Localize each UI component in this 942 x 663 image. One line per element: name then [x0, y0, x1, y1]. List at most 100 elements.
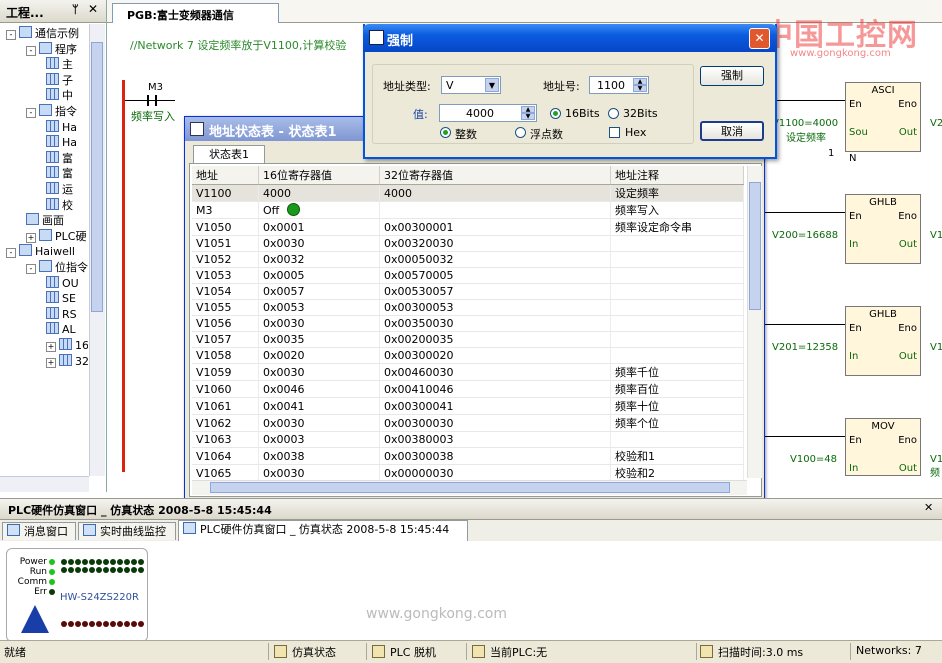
- tree-item[interactable]: - 指令: [26, 104, 88, 119]
- tree-item[interactable]: Ha: [46, 119, 88, 135]
- table-row[interactable]: V1053 0x0005 0x00570005: [192, 267, 744, 284]
- spin-down-icon[interactable]: ▼: [521, 113, 535, 120]
- cell-text: Off: [263, 204, 280, 217]
- table-horizontal-scrollbar[interactable]: [192, 480, 747, 495]
- radio-float[interactable]: [515, 127, 526, 138]
- table-row[interactable]: V1059 0x0030 0x00460030 频率千位: [192, 363, 744, 381]
- tree-item[interactable]: + PLC硬: [26, 228, 88, 244]
- spin-up-icon[interactable]: ▲: [521, 106, 535, 113]
- status-window-title: 地址状态表 - 状态表1: [209, 125, 337, 140]
- scroll-thumb[interactable]: [749, 182, 761, 310]
- table-row[interactable]: V1100 4000 4000 设定频率: [192, 184, 744, 202]
- tree-item[interactable]: - 位指令: [26, 260, 88, 275]
- pin-icon[interactable]: ᛘ: [72, 3, 79, 16]
- tree-node-icon: [46, 275, 59, 288]
- col-header-comment[interactable]: 地址注释: [610, 166, 744, 185]
- tree-item[interactable]: 富: [46, 166, 88, 181]
- expand-icon[interactable]: +: [46, 357, 56, 368]
- radio-16bits[interactable]: [550, 108, 561, 119]
- chevron-down-icon[interactable]: ▼: [485, 78, 499, 92]
- tree-item[interactable]: 画面: [26, 213, 88, 228]
- io-led: [61, 559, 67, 565]
- table-row[interactable]: V1063 0x0003 0x00380003: [192, 431, 744, 448]
- tree-item[interactable]: 中: [46, 88, 88, 103]
- radio-32bits[interactable]: [608, 108, 619, 119]
- tree-item[interactable]: 子: [46, 72, 88, 88]
- spin-up-icon[interactable]: ▲: [633, 78, 647, 85]
- col-header-address[interactable]: 地址: [192, 166, 259, 185]
- table-row[interactable]: V1057 0x0035 0x00200035: [192, 331, 744, 348]
- function-block-mov[interactable]: MOV En Eno In Out: [845, 418, 921, 476]
- tree-item[interactable]: SE: [46, 291, 88, 306]
- tree-item-label: 运: [62, 183, 73, 196]
- tab-message-window[interactable]: 消息窗口: [2, 522, 76, 540]
- scroll-thumb[interactable]: [210, 482, 730, 493]
- col-header-32bit[interactable]: 32位寄存器值: [379, 166, 611, 185]
- tree-vertical-scrollbar[interactable]: [89, 24, 105, 476]
- tab-plc-hw-sim[interactable]: PLC硬件仿真窗口 _ 仿真状态 2008-5-8 15:45:44: [178, 520, 468, 541]
- tree-item-label: 画面: [42, 214, 64, 228]
- force-dialog-titlebar[interactable]: 强制 ✕: [363, 24, 777, 52]
- spin-down-icon[interactable]: ▼: [633, 85, 647, 92]
- function-block-asci[interactable]: ASCI En Eno Sou Out N: [845, 82, 921, 164]
- tree-node-icon: [59, 353, 72, 366]
- table-row[interactable]: V1058 0x0020 0x00300020: [192, 347, 744, 364]
- tree-item[interactable]: AL: [46, 322, 88, 337]
- tab-status-table-1[interactable]: 状态表1: [193, 145, 265, 164]
- close-button[interactable]: ✕: [749, 28, 770, 49]
- function-block-ghlb-2[interactable]: GHLB En Eno In Out: [845, 306, 921, 376]
- force-button[interactable]: 强制: [700, 66, 764, 86]
- tree-item[interactable]: +32: [46, 353, 88, 369]
- address-type-select[interactable]: V ▼: [441, 76, 501, 94]
- tree-item[interactable]: OU: [46, 275, 88, 291]
- tree-horizontal-scrollbar[interactable]: [0, 476, 89, 492]
- tree-item[interactable]: Ha: [46, 135, 88, 150]
- tree-node-icon: [26, 213, 39, 226]
- force-dialog[interactable]: 强制 ✕ 地址类型: V ▼ 地址号: 1100 ▲ ▼ 值: 4000 ▲ ▼…: [363, 24, 777, 159]
- table-row[interactable]: V1054 0x0057 0x00530057: [192, 283, 744, 300]
- tree-item[interactable]: 富: [46, 150, 88, 166]
- address-number-spinner[interactable]: 1100 ▲ ▼: [589, 76, 649, 94]
- table-row[interactable]: M3 Off 频率写入: [192, 201, 744, 219]
- expand-icon[interactable]: +: [46, 342, 56, 352]
- table-vertical-scrollbar[interactable]: [747, 166, 762, 478]
- collapse-icon[interactable]: -: [26, 45, 36, 56]
- table-row[interactable]: V1050 0x0001 0x00300001 频率设定命令串: [192, 218, 744, 236]
- table-row[interactable]: V1062 0x0030 0x00300030 频率个位: [192, 414, 744, 432]
- scroll-thumb[interactable]: [91, 42, 103, 312]
- table-row[interactable]: V1052 0x0032 0x00050032: [192, 251, 744, 268]
- table-row[interactable]: V1055 0x0053 0x00300053: [192, 299, 744, 316]
- tab-realtime-curve[interactable]: 实时曲线监控: [78, 522, 176, 540]
- radio-integer[interactable]: [440, 127, 451, 138]
- table-row[interactable]: V1061 0x0041 0x00300041 频率十位: [192, 397, 744, 415]
- collapse-icon[interactable]: -: [26, 264, 36, 274]
- collapse-icon[interactable]: -: [6, 30, 16, 40]
- collapse-icon[interactable]: -: [26, 108, 36, 118]
- table-cell-v32: [379, 201, 611, 219]
- tree-item[interactable]: 校: [46, 197, 88, 213]
- tree-item[interactable]: - Haiwell: [6, 244, 88, 259]
- tree-item[interactable]: - 程序: [26, 41, 88, 57]
- expand-icon[interactable]: +: [26, 232, 36, 243]
- io-led: [68, 567, 74, 573]
- tree-item[interactable]: - 通信示例: [6, 26, 88, 41]
- hex-checkbox[interactable]: [609, 127, 620, 138]
- close-icon[interactable]: ✕: [88, 2, 98, 16]
- close-icon[interactable]: ✕: [924, 501, 933, 514]
- tab-pgb-program[interactable]: PGB:富士变频器通信: [112, 3, 279, 23]
- tree-item[interactable]: RS: [46, 306, 88, 322]
- address-status-window[interactable]: 地址状态表 - 状态表1 状态表1 地址 16位寄存器值 32位寄存器值 地址注…: [184, 116, 765, 500]
- value-spinner[interactable]: 4000 ▲ ▼: [439, 104, 537, 122]
- collapse-icon[interactable]: -: [6, 248, 16, 259]
- tree-item[interactable]: 主: [46, 57, 88, 72]
- table-row[interactable]: V1051 0x0030 0x00320030: [192, 235, 744, 252]
- table-row[interactable]: V1056 0x0030 0x00350030: [192, 315, 744, 332]
- tree-item[interactable]: 运: [46, 182, 88, 197]
- function-block-ghlb-1[interactable]: GHLB En Eno In Out: [845, 194, 921, 264]
- col-header-16bit[interactable]: 16位寄存器值: [258, 166, 380, 185]
- table-row[interactable]: V1060 0x0046 0x00410046 频率百位: [192, 380, 744, 398]
- table-row[interactable]: V1064 0x0038 0x00300038 校验和1: [192, 447, 744, 465]
- cancel-button[interactable]: 取消: [700, 121, 764, 141]
- table-row[interactable]: V1065 0x0030 0x00000030 校验和2: [192, 464, 744, 482]
- tree-item[interactable]: +16: [46, 338, 88, 353]
